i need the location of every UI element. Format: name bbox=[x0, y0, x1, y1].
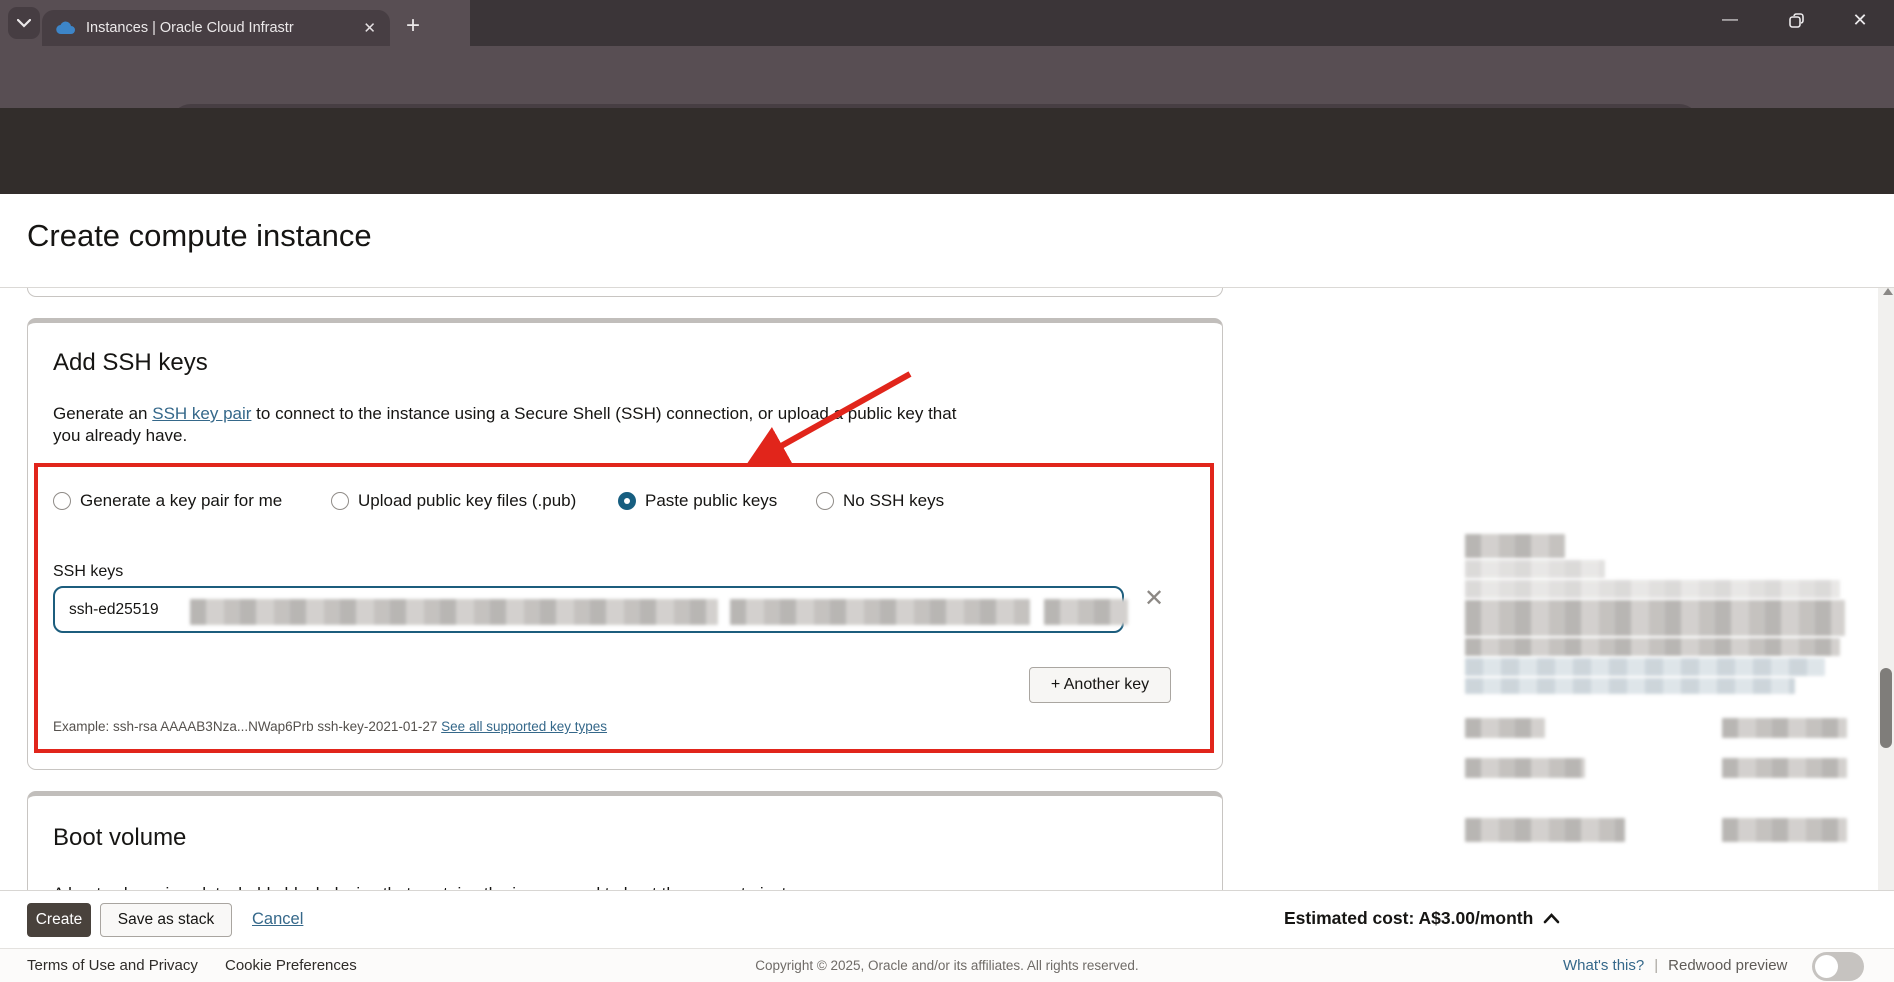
save-as-stack-button[interactable]: Save as stack bbox=[100, 903, 232, 937]
window-close-button[interactable]: ✕ bbox=[1846, 6, 1874, 34]
new-tab-button[interactable]: + bbox=[406, 12, 420, 40]
ssh-description: Generate an SSH key pair to connect to t… bbox=[53, 403, 973, 447]
footer-right-group: What's this? | Redwood preview bbox=[1563, 957, 1787, 974]
footer: Terms of Use and Privacy Cookie Preferen… bbox=[0, 948, 1894, 982]
chevron-down-icon bbox=[17, 19, 31, 28]
create-button[interactable]: Create bbox=[27, 903, 91, 937]
tab-title: Instances | Oracle Cloud Infrastr bbox=[86, 20, 338, 36]
scrollbar-track[interactable] bbox=[1878, 282, 1894, 910]
redwood-preview-toggle[interactable] bbox=[1812, 952, 1864, 981]
scrollbar-up-arrow[interactable] bbox=[1883, 288, 1893, 295]
browser-tab-strip: Instances | Oracle Cloud Infrastr ✕ + — … bbox=[0, 0, 1894, 46]
page-title-bar: Create compute instance bbox=[0, 194, 1894, 288]
browser-toolbar: ← → ↻ cloud.oracle.com/compute/instances… bbox=[0, 46, 1894, 108]
action-bar: Create Save as stack Cancel Estimated co… bbox=[0, 890, 1894, 948]
page-title: Create compute instance bbox=[27, 218, 372, 254]
ssh-key-pair-link[interactable]: SSH key pair bbox=[152, 404, 251, 423]
window-restore-button[interactable] bbox=[1782, 6, 1810, 34]
tab-close-icon[interactable]: ✕ bbox=[363, 19, 376, 37]
annotation-rectangle bbox=[34, 463, 1214, 753]
browser-tab[interactable]: Instances | Oracle Cloud Infrastr ✕ bbox=[42, 10, 390, 46]
boot-volume-heading: Boot volume bbox=[53, 824, 186, 852]
cancel-link[interactable]: Cancel bbox=[252, 910, 303, 929]
redwood-preview-label: Redwood preview bbox=[1668, 957, 1787, 974]
main-content: Add SSH keys Generate an SSH key pair to… bbox=[0, 288, 1894, 982]
window-minimize-button[interactable]: — bbox=[1716, 6, 1744, 34]
oci-header: Cloud Australia Southeast (Melbourne) <>… bbox=[0, 108, 1894, 194]
tab-search-button[interactable] bbox=[8, 7, 40, 39]
ssh-section-heading: Add SSH keys bbox=[53, 349, 208, 377]
restore-icon bbox=[1789, 13, 1804, 28]
estimated-cost[interactable]: Estimated cost: A$3.00/month bbox=[1284, 908, 1560, 929]
whats-this-link[interactable]: What's this? bbox=[1563, 957, 1644, 974]
chevron-up-icon bbox=[1543, 913, 1560, 924]
cloud-favicon-icon bbox=[56, 21, 76, 35]
scrollbar-thumb[interactable] bbox=[1880, 668, 1892, 748]
